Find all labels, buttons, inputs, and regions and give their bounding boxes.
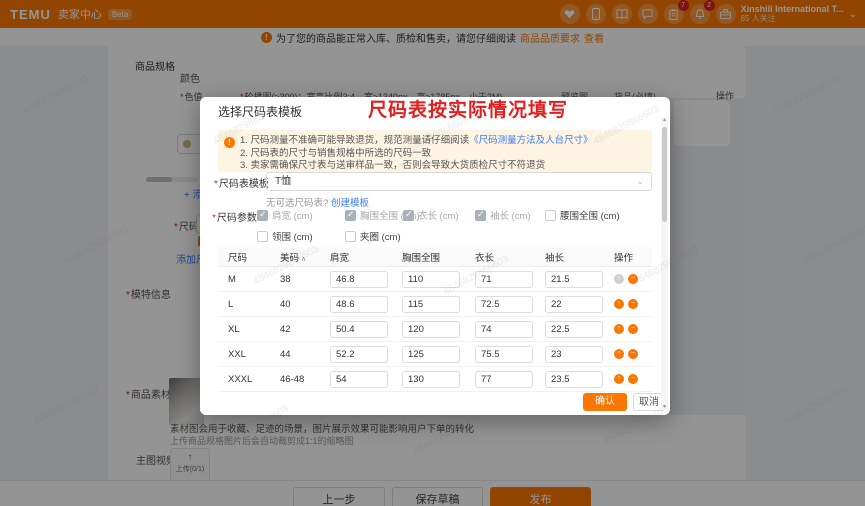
notice-line-3: 3. 卖家需确保尺寸表与送审样品一致，否则会导致大货质检尺寸不符退货 <box>240 160 546 171</box>
template-select[interactable]: T恤 ⌄ <box>266 172 652 191</box>
size-cell: L <box>228 298 234 310</box>
length-input[interactable] <box>475 295 533 313</box>
notice-line-1: 1. 尺码测量不准确可能导致退货，规范测量请仔细阅读 <box>240 135 470 146</box>
delete-row-icon[interactable]: − <box>628 349 638 359</box>
sleeve-input[interactable] <box>545 345 603 363</box>
param-label: 衣长 (cm) <box>418 211 459 222</box>
checkbox-checked-icon <box>403 209 414 221</box>
chest-input[interactable] <box>402 370 460 388</box>
move-up-icon[interactable]: ↑ <box>614 349 624 359</box>
checkbox-unchecked-icon <box>257 230 268 242</box>
delete-row-icon[interactable]: − <box>628 324 638 334</box>
checkbox-checked-icon <box>475 209 486 221</box>
param-label: 袖长 (cm) <box>490 211 531 222</box>
annotation-text: 尺码表按实际情况填写 <box>368 100 569 121</box>
delete-row-icon[interactable]: − <box>628 374 638 384</box>
shoulder-input[interactable] <box>330 370 388 388</box>
chest-input[interactable] <box>402 320 460 338</box>
table-row: L 40 ↑− <box>218 292 652 317</box>
param-label: 夹圈 (cm) <box>360 232 401 243</box>
params-field-label: 尺码参数 <box>212 209 257 224</box>
param-checkbox-length[interactable]: 衣长 (cm) <box>403 208 459 222</box>
move-up-icon: ↑ <box>614 274 624 284</box>
measure-method-link[interactable]: 《尺码测量方法及人台尺寸》 <box>469 135 593 146</box>
us-size-cell: 44 <box>280 348 291 360</box>
modal-scrollbar-thumb[interactable] <box>662 127 667 222</box>
size-cell: XL <box>228 323 240 335</box>
shoulder-input[interactable] <box>330 270 388 288</box>
col-chest: 胸围全围 <box>402 252 441 264</box>
us-size-cell: 46-48 <box>280 373 305 385</box>
col-shoulder: 肩宽 <box>330 252 350 264</box>
table-header-row: 尺码 美码 ∧ 肩宽 胸围全围 衣长 袖长 操作 <box>218 247 652 267</box>
sleeve-input[interactable] <box>545 320 603 338</box>
confirm-button[interactable]: 确认 <box>583 393 627 411</box>
us-size-cell: 38 <box>280 273 291 285</box>
checkbox-unchecked-icon <box>345 230 356 242</box>
scroll-up-icon[interactable]: ▴ <box>661 116 668 123</box>
length-input[interactable] <box>475 345 533 363</box>
delete-row-icon[interactable]: − <box>628 274 638 284</box>
shoulder-input[interactable] <box>330 295 388 313</box>
delete-row-icon[interactable]: − <box>628 299 638 309</box>
move-up-icon[interactable]: ↑ <box>614 374 624 384</box>
param-label: 领围 (cm) <box>272 232 313 243</box>
size-cell: XXL <box>228 348 246 360</box>
length-input[interactable] <box>475 370 533 388</box>
temu-seller-center-screen: TEMU 卖家中心 Beta 7 2 Xinshili Internationa… <box>0 0 865 506</box>
notice-line-2: 2. 尺码表的尺寸与销售规格中所选的尺码一致 <box>240 147 432 159</box>
scroll-down-icon[interactable]: ▾ <box>661 403 668 410</box>
modal-title: 选择尺码表模板 <box>218 105 303 119</box>
shoulder-input[interactable] <box>330 320 388 338</box>
size-cell: M <box>228 273 236 285</box>
param-checkbox-waist[interactable]: 腰围全围 (cm) <box>545 208 620 222</box>
modal-scrollbar[interactable]: ▴ ▾ <box>661 116 668 410</box>
sleeve-input[interactable] <box>545 270 603 288</box>
table-row: M 38 ↑− <box>218 267 652 292</box>
param-checkbox-neck[interactable]: 领围 (cm) <box>257 229 313 243</box>
size-chart-notice-box: ! 1. 尺码测量不准确可能导致退货，规范测量请仔细阅读《尺码测量方法及人台尺寸… <box>218 130 652 172</box>
length-input[interactable] <box>475 320 533 338</box>
chest-input[interactable] <box>402 345 460 363</box>
us-size-cell: 42 <box>280 323 291 335</box>
param-checkbox-sleeve[interactable]: 袖长 (cm) <box>475 208 531 222</box>
col-operation: 操作 <box>614 252 634 264</box>
chest-input[interactable] <box>402 270 460 288</box>
param-label: 腰围全围 (cm) <box>560 211 620 222</box>
template-selected-value: T恤 <box>275 176 292 187</box>
checkbox-unchecked-icon <box>545 209 556 221</box>
param-checkbox-shoulder[interactable]: 肩宽 (cm) <box>257 208 313 222</box>
move-up-icon[interactable]: ↑ <box>614 324 624 334</box>
length-input[interactable] <box>475 270 533 288</box>
col-length: 衣长 <box>475 252 495 264</box>
shoulder-input[interactable] <box>330 345 388 363</box>
table-row: XXL 44 ↑− <box>218 342 652 367</box>
col-us-size[interactable]: 美码 ∧ <box>280 250 330 264</box>
select-chevron-icon: ⌄ <box>636 176 644 186</box>
chest-input[interactable] <box>402 295 460 313</box>
col-size: 尺码 <box>228 252 248 264</box>
size-cell: XXXL <box>228 373 253 385</box>
checkbox-checked-icon <box>345 209 356 221</box>
us-size-cell: 40 <box>280 298 291 310</box>
size-chart-template-modal: 选择尺码表模板 ! 1. 尺码测量不准确可能导致退货，规范测量请仔细阅读《尺码测… <box>200 97 670 415</box>
checkbox-checked-icon <box>257 209 268 221</box>
sleeve-input[interactable] <box>545 295 603 313</box>
table-row: XL 42 ↑− <box>218 317 652 342</box>
col-sleeve: 袖长 <box>545 252 565 264</box>
move-up-icon[interactable]: ↑ <box>614 299 624 309</box>
warning-icon: ! <box>224 137 235 148</box>
sleeve-input[interactable] <box>545 370 603 388</box>
table-row: XXXL 46-48 ↑− <box>218 367 652 392</box>
param-checkbox-armhole[interactable]: 夹圈 (cm) <box>345 229 401 243</box>
template-field-label: 尺码表模板 <box>214 175 269 190</box>
size-chart-table: 尺码 美码∧ 肩宽 胸围全围 衣长 袖长 操作 M 38 ↑− L 40 <box>218 247 652 392</box>
param-label: 肩宽 (cm) <box>272 211 313 222</box>
sort-asc-icon: ∧ <box>301 255 307 263</box>
